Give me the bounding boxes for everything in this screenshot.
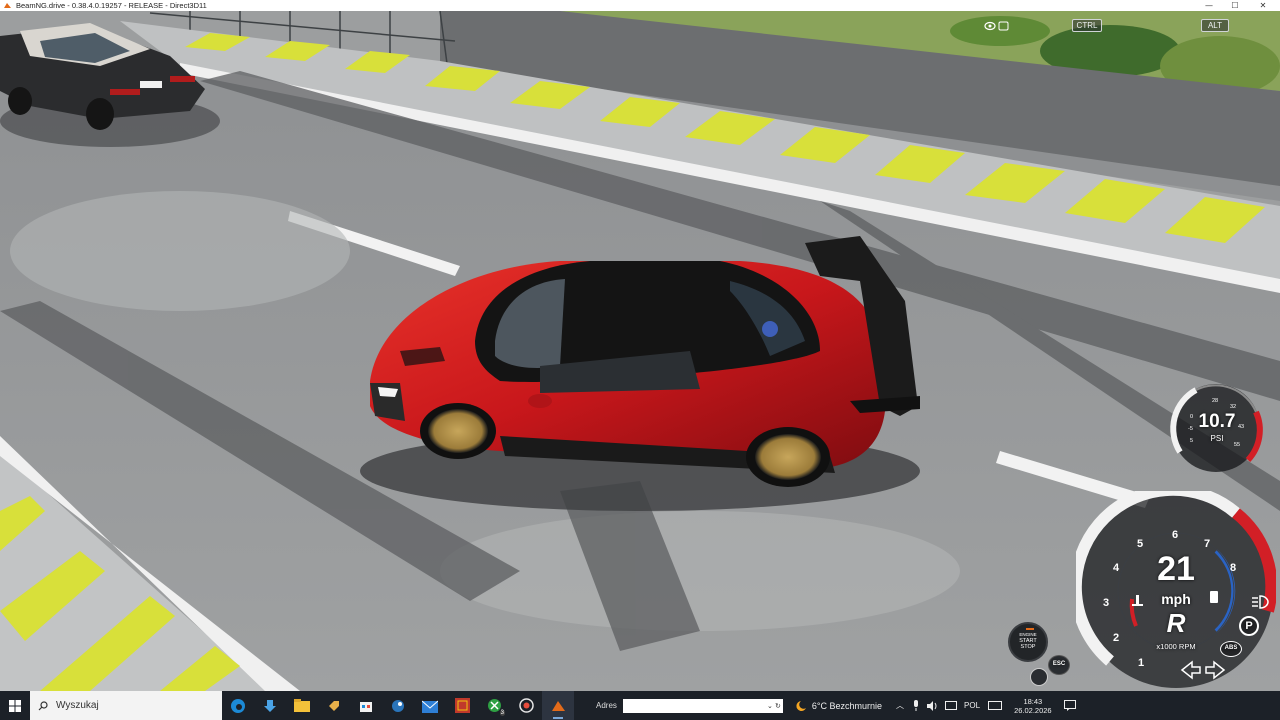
rpm-tick: 8: [1230, 562, 1236, 574]
abs-icon: ABS: [1220, 641, 1242, 657]
boost-unit: PSI: [1210, 434, 1224, 443]
grid-app-icon: [454, 698, 470, 713]
speed-readout: 21: [1157, 550, 1195, 588]
start-stop-label-stop: STOP: [1020, 644, 1036, 650]
rpm-tick: 2: [1113, 632, 1119, 644]
headlight-icon: [1252, 595, 1269, 609]
search-placeholder: Wyszukaj: [56, 700, 99, 711]
boost-tick: 0: [1190, 414, 1193, 420]
taskbar-edge[interactable]: [222, 691, 254, 720]
mail-icon: [422, 700, 438, 713]
tag-icon: [329, 700, 339, 711]
taskbar-store[interactable]: [350, 691, 382, 720]
taskbar-clock[interactable]: 18:43 26.02.2026: [1014, 697, 1052, 715]
minimize-button[interactable]: —: [1196, 0, 1222, 11]
speaker-icon[interactable]: [927, 700, 938, 711]
boost-tick: -5: [1188, 426, 1193, 432]
steam-icon: [392, 699, 404, 712]
esc-indicator: ESC: [1048, 655, 1070, 675]
weather-moon-icon: [796, 700, 806, 711]
system-tray: ︿ POL: [896, 700, 1014, 711]
beamng-app-icon: [4, 2, 11, 8]
game-viewport[interactable]: CTRL ALT -5 0 5 28 32 43 55 10.7 PSI 1 2…: [0, 11, 1280, 691]
ctrl-key-hint: CTRL: [1072, 19, 1102, 32]
taskbar-beamng[interactable]: [542, 691, 574, 720]
language-indicator[interactable]: POL: [964, 701, 980, 710]
window-titlebar: BeamNG.drive - 0.38.4.0.19257 - RELEASE …: [0, 0, 1280, 11]
weather-text: 6°C Bezchmurnie: [811, 700, 883, 711]
rpm-tick: 3: [1103, 597, 1109, 609]
taskbar-app-10[interactable]: [510, 691, 542, 720]
gear-indicator: R: [1166, 608, 1186, 638]
camera-icon[interactable]: [984, 21, 1010, 31]
turn-signal-icons: [1180, 660, 1226, 680]
taskbar-search[interactable]: Wyszukaj: [30, 691, 222, 720]
taskbar-app-2[interactable]: [254, 691, 286, 720]
download-icon: [264, 699, 276, 712]
folder-icon: [294, 699, 310, 712]
taskbar-file-explorer[interactable]: [286, 691, 318, 720]
speed-unit: mph: [1161, 591, 1191, 607]
rpm-tick: 7: [1204, 538, 1210, 550]
boost-tick: 28: [1212, 398, 1218, 404]
chevron-up-icon[interactable]: ︿: [896, 700, 904, 711]
rpm-tick: 5: [1137, 538, 1143, 550]
boost-value: 10.7: [1198, 411, 1236, 432]
parking-brake-icon: P: [1239, 616, 1259, 636]
boost-tick: 5: [1190, 438, 1193, 444]
windows-taskbar: Wyszukaj 3 Adres ⌄ ↻ 6°C Bezchmurnie ︿ P…: [0, 691, 1280, 720]
taskbar-app-7[interactable]: [414, 691, 446, 720]
taskbar-xbox[interactable]: 3: [478, 691, 510, 720]
store-icon: [360, 701, 372, 712]
windows-logo-icon: [9, 699, 21, 712]
start-button[interactable]: [0, 691, 30, 720]
rpm-tick: 1: [1138, 657, 1144, 669]
maximize-button[interactable]: ☐: [1222, 0, 1248, 11]
clock-date: 26.02.2026: [1014, 705, 1052, 715]
address-go-icon[interactable]: ⌄ ↻: [767, 699, 781, 713]
xbox-badge: 3: [499, 710, 505, 716]
rpm-tick: 6: [1172, 529, 1178, 541]
close-button[interactable]: ✕: [1250, 0, 1276, 11]
window-title: BeamNG.drive - 0.38.4.0.19257 - RELEASE …: [16, 1, 207, 10]
address-input[interactable]: ⌄ ↻: [622, 698, 783, 713]
nitrous-indicator-icon: [1030, 668, 1048, 686]
search-icon: [38, 700, 48, 710]
engine-start-stop-button[interactable]: ENGINE START STOP: [1008, 622, 1048, 662]
display-icon[interactable]: [988, 701, 1003, 710]
taskbar-app-8[interactable]: [446, 691, 478, 720]
clock-time: 18:43: [1023, 696, 1043, 706]
microphone-icon[interactable]: [912, 700, 920, 711]
record-icon: [518, 698, 534, 713]
weather-widget[interactable]: 6°C Bezchmurnie: [793, 700, 882, 712]
keyboard-icon[interactable]: [945, 701, 958, 710]
notifications-icon[interactable]: [1063, 700, 1076, 711]
alt-key-hint: ALT: [1201, 19, 1229, 32]
taskbar-steam[interactable]: [382, 691, 414, 720]
edge-icon: [231, 698, 245, 713]
boost-tick: 32: [1230, 404, 1236, 410]
taskbar-app-4[interactable]: [318, 691, 350, 720]
beamng-icon: [551, 700, 565, 711]
rpm-tick: 4: [1113, 562, 1120, 574]
rpm-label: x1000 RPM: [1156, 642, 1196, 651]
address-label: Adres: [596, 701, 617, 710]
